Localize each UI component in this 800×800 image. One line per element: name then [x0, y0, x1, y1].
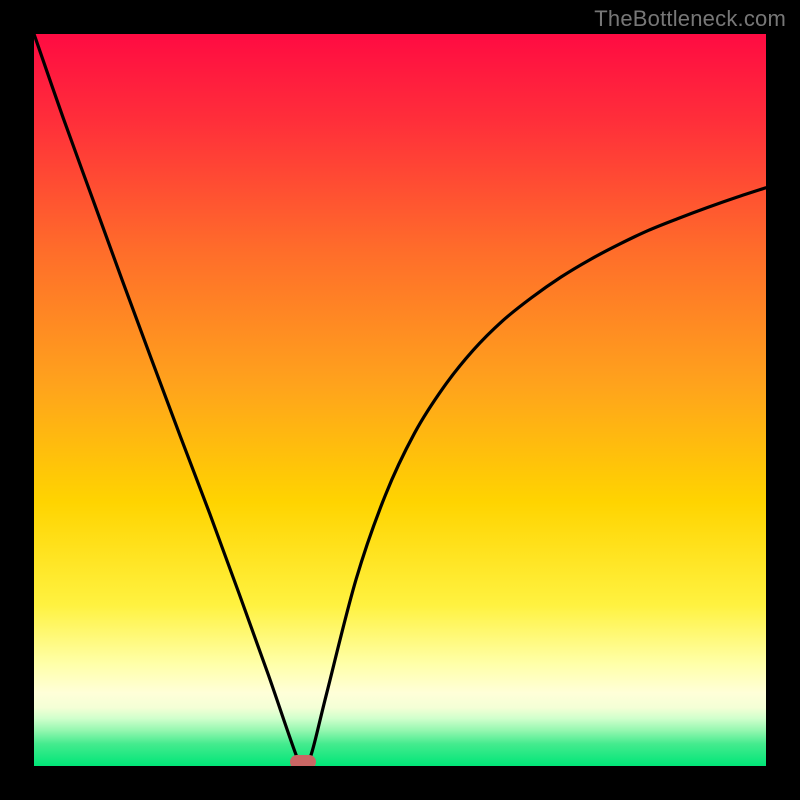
bottleneck-curve [34, 34, 766, 766]
chart-frame: TheBottleneck.com [0, 0, 800, 800]
plot-area [34, 34, 766, 766]
minimum-marker [290, 755, 316, 766]
curve-layer [34, 34, 766, 766]
watermark-text: TheBottleneck.com [594, 6, 786, 32]
